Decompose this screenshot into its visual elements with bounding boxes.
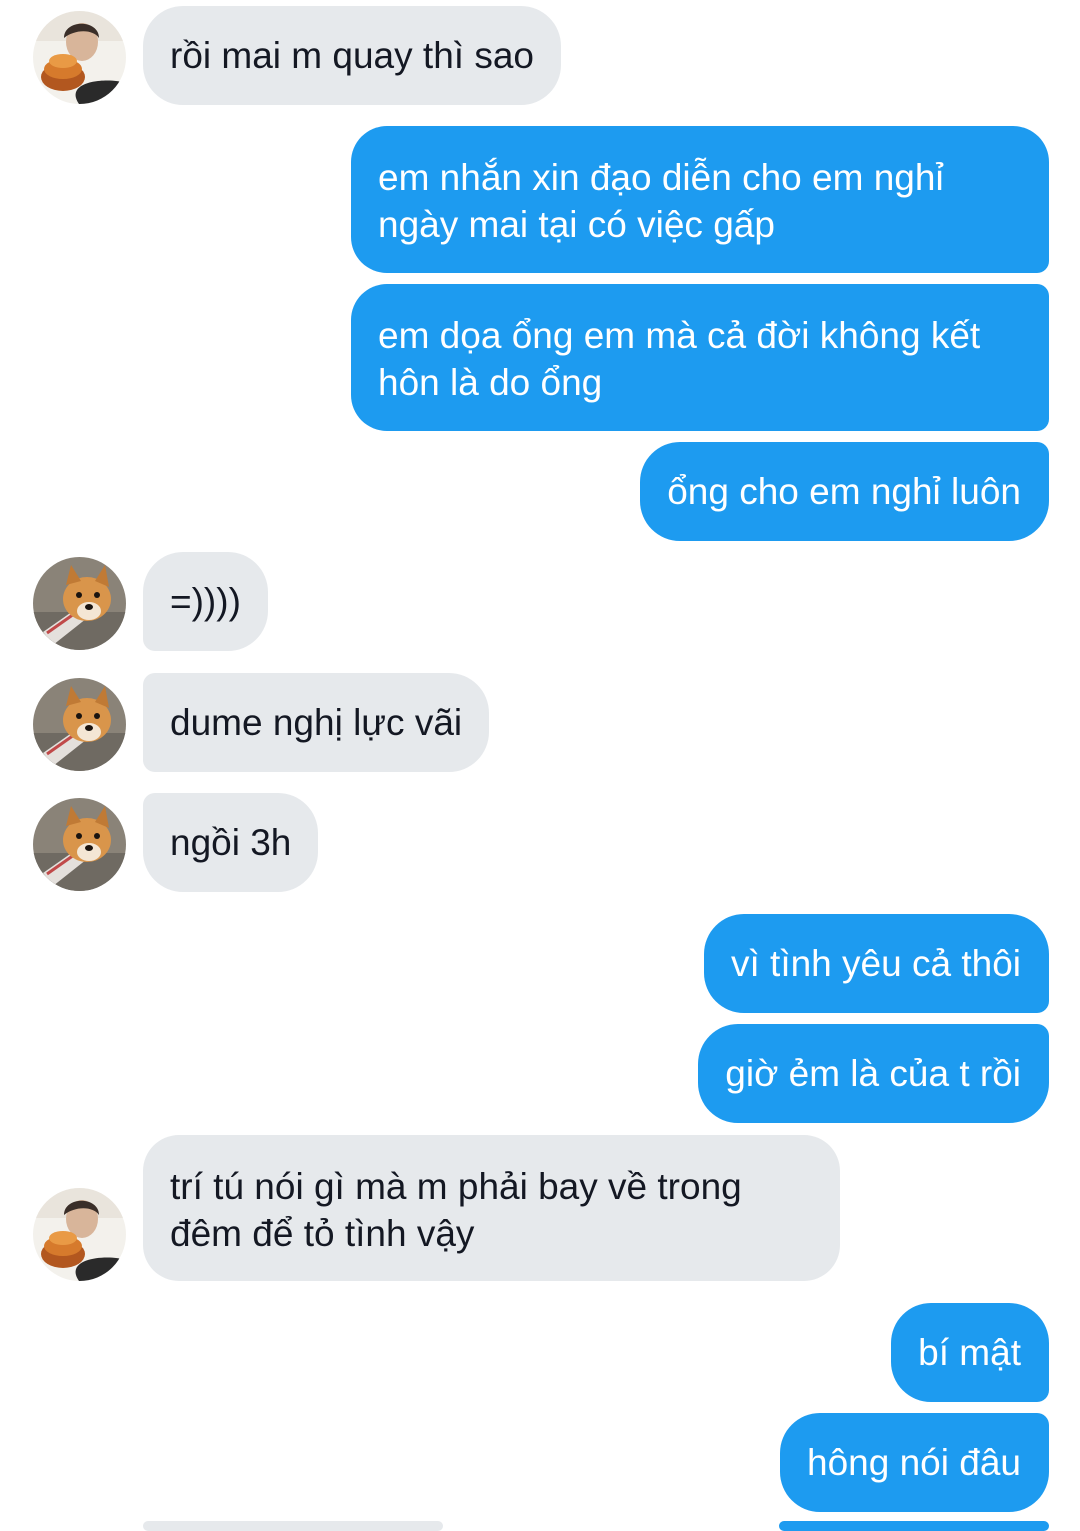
message-text: em nhắn xin đạo diễn cho em nghỉ ngày ma…: [378, 157, 944, 245]
person-avatar-icon: [33, 1188, 126, 1281]
next-incoming-bubble-edge: [143, 1521, 443, 1531]
message-text: trí tú nói gì mà m phải bay về trong đêm…: [170, 1166, 742, 1254]
message-bubble-incoming[interactable]: =)))): [143, 552, 268, 651]
message-text: bí mật: [918, 1332, 1021, 1373]
message-bubble-incoming[interactable]: rồi mai m quay thì sao: [143, 6, 561, 105]
sender-avatar-dog[interactable]: [33, 557, 126, 650]
message-text: hông nói đâu: [807, 1442, 1021, 1483]
message-text: em dọa ổng em mà cả đời không kết hôn là…: [378, 315, 981, 403]
message-bubble-outgoing[interactable]: hông nói đâu: [780, 1413, 1049, 1512]
message-text: giờ ẻm là của t rồi: [725, 1053, 1021, 1094]
next-outgoing-bubble-edge: [779, 1521, 1049, 1531]
message-bubble-outgoing[interactable]: giờ ẻm là của t rồi: [698, 1024, 1049, 1123]
message-bubble-outgoing[interactable]: bí mật: [891, 1303, 1049, 1402]
message-text: ổng cho em nghỉ luôn: [667, 471, 1021, 512]
message-text: ngồi 3h: [170, 822, 292, 863]
message-bubble-outgoing[interactable]: em nhắn xin đạo diễn cho em nghỉ ngày ma…: [351, 126, 1049, 273]
message-bubble-outgoing[interactable]: em dọa ổng em mà cả đời không kết hôn là…: [351, 284, 1049, 431]
message-text: =)))): [170, 581, 241, 622]
sender-avatar-dog[interactable]: [33, 798, 126, 891]
person-avatar-icon: [33, 11, 126, 104]
message-bubble-outgoing[interactable]: vì tình yêu cả thôi: [703, 914, 1049, 1013]
sender-avatar-person[interactable]: [33, 11, 126, 104]
sender-avatar-person[interactable]: [33, 1188, 126, 1281]
sender-avatar-dog[interactable]: [33, 678, 126, 771]
message-text: rồi mai m quay thì sao: [170, 35, 534, 76]
dog-avatar-icon: [33, 557, 126, 650]
message-bubble-incoming[interactable]: dume nghị lực vãi: [143, 673, 490, 772]
dog-avatar-icon: [33, 798, 126, 891]
message-text: dume nghị lực vãi: [170, 702, 463, 743]
message-bubble-incoming[interactable]: trí tú nói gì mà m phải bay về trong đêm…: [143, 1135, 840, 1281]
dog-avatar-icon: [33, 678, 126, 771]
message-bubble-incoming[interactable]: ngồi 3h: [143, 793, 319, 892]
message-bubble-outgoing[interactable]: ổng cho em nghỉ luôn: [640, 442, 1049, 541]
message-text: vì tình yêu cả thôi: [730, 943, 1021, 984]
